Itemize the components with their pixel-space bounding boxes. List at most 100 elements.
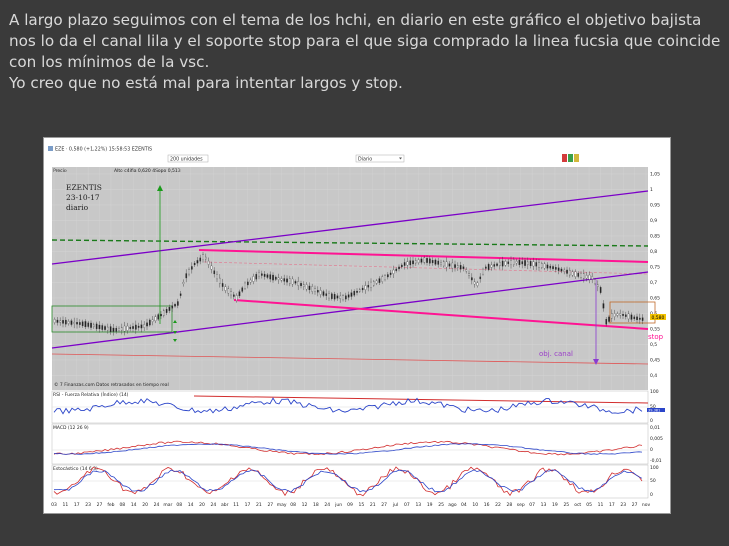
candle-body [328, 293, 330, 299]
candle-body [499, 261, 501, 267]
price-axis: 1,0510,950,90,850,80,750,70,650,60,550,5… [650, 172, 660, 380]
menu-icon[interactable] [48, 146, 53, 151]
candle-body [546, 264, 549, 269]
post-text: A largo plazo seguimos con el tema de lo… [9, 10, 721, 94]
candle-body [109, 326, 112, 333]
candle-body [367, 284, 370, 288]
candle-body [107, 326, 109, 331]
candle-body [359, 289, 361, 292]
post-paragraph-2: Yo creo que no está mal para intentar la… [9, 74, 403, 92]
units-select-value: 200 unidades [170, 156, 203, 162]
date-axis-tick: 07 [404, 502, 410, 508]
price-axis-tick: 0,95 [650, 203, 660, 209]
candle-body [188, 269, 190, 275]
candle-body [300, 283, 302, 287]
candle-body [625, 314, 627, 317]
price-axis-tick: 0,55 [650, 327, 660, 333]
candle-body [193, 262, 196, 266]
candle-body [529, 261, 532, 267]
candle-body [157, 314, 160, 320]
candle-body [541, 263, 543, 268]
candle-body [384, 275, 386, 280]
toolbar-icon-2[interactable] [568, 154, 573, 162]
date-axis-tick: 11 [598, 502, 604, 508]
candle-body [552, 266, 554, 270]
candle-body [317, 290, 319, 293]
date-axis-tick: nov [642, 503, 651, 508]
candle-body [314, 288, 316, 292]
candle-body [580, 273, 582, 278]
price-axis-tick: 1 [650, 187, 653, 193]
date-axis-tick: 27 [267, 502, 273, 508]
date-axis-tick: 13 [541, 502, 547, 508]
candle-body [205, 256, 207, 260]
date-axis-tick: 22 [495, 502, 501, 508]
candle-body [566, 269, 568, 274]
date-axis-tick: 21 [256, 502, 262, 508]
candle-body [137, 325, 140, 328]
candle-body [342, 295, 344, 300]
candle-body [431, 260, 434, 264]
candle-body [283, 278, 286, 282]
candle-body [339, 295, 342, 300]
candle-body [331, 293, 333, 299]
candle-body [591, 276, 594, 280]
stock-chart-image: EZE · 0,580 (+1,22%) 15:58:53 EZENTIS 20… [43, 137, 671, 514]
candle-body [465, 269, 468, 272]
candle-body [493, 264, 496, 267]
candle-body [199, 257, 202, 262]
date-axis-tick: 27 [632, 502, 638, 508]
candle-body [135, 324, 137, 330]
date-axis-tick: 12 [302, 502, 308, 508]
candle-body [513, 259, 515, 265]
candle-body [611, 313, 613, 319]
candle-body [426, 258, 428, 263]
candle-body [437, 260, 440, 265]
candle-body [370, 281, 372, 288]
date-axis-tick: 14 [188, 502, 194, 508]
candle-body [179, 293, 182, 296]
candle-body [563, 269, 566, 272]
channel-target-label: obj. canal [539, 350, 573, 358]
candle-body [448, 263, 451, 267]
toolbar-icon-3[interactable] [574, 154, 579, 162]
candle-body [510, 260, 512, 265]
candle-body [235, 295, 238, 301]
candle-body [308, 285, 311, 290]
candle-body [59, 320, 62, 323]
date-axis-tick: 17 [609, 502, 615, 508]
ticker-info: EZE · 0,580 (+1,22%) 15:58:53 EZENTIS [55, 147, 152, 153]
rsi-axis-0: 0 [650, 418, 653, 424]
candle-body [515, 260, 518, 264]
candle-body [322, 291, 325, 296]
candle-body [325, 293, 328, 296]
candle-body [524, 260, 526, 266]
candle-body [473, 281, 476, 285]
candle-body [84, 321, 87, 328]
candle-body [132, 326, 134, 329]
candle-body [401, 264, 403, 268]
candle-body [67, 321, 70, 324]
rsi-label: RSI - Fuerza Relativa (Índice) (14) [53, 391, 129, 398]
candle-body [336, 295, 339, 299]
candle-body [406, 261, 409, 266]
post-paragraph-1: A largo plazo seguimos con el tema de lo… [9, 11, 721, 71]
period-select-value: Diario [358, 156, 372, 162]
date-axis-tick: 18 [313, 502, 319, 508]
candle-body [272, 274, 274, 281]
candle-body [241, 287, 244, 292]
annotation-ticker: EZENTIS [66, 183, 102, 192]
candle-body [121, 327, 123, 331]
date-axis-tick: 05 [586, 502, 592, 508]
candle-body [434, 259, 437, 265]
toolbar-icon-1[interactable] [562, 154, 567, 162]
candle-body [395, 268, 398, 271]
candle-body [210, 265, 213, 270]
candle-body [275, 276, 277, 280]
candle-body [417, 259, 420, 264]
candle-body [286, 278, 288, 283]
candle-body [90, 322, 92, 328]
candle-body [174, 304, 176, 307]
candle-body [429, 258, 431, 264]
candle-body [602, 303, 605, 309]
